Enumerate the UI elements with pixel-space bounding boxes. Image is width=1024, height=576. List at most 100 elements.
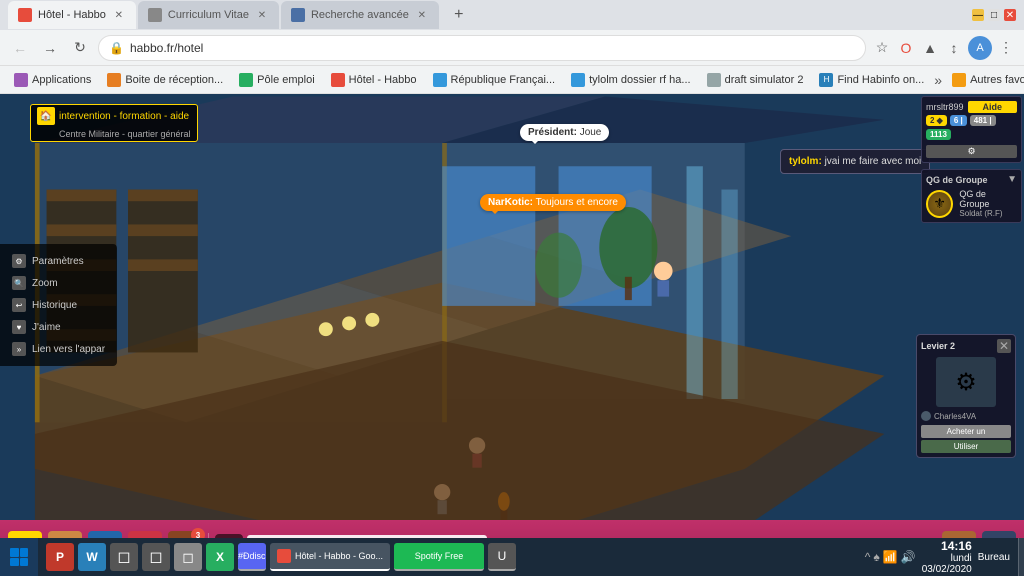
bookmark-label-boite: Boite de réception... <box>125 74 223 86</box>
tray-chevron[interactable]: ^ <box>865 550 871 564</box>
tab-favicon-cv <box>148 8 162 22</box>
win-app-5[interactable]: ◻ <box>174 543 202 571</box>
more-bookmarks[interactable]: » <box>934 72 942 88</box>
qg-dropdown-icon[interactable]: ▼ <box>1007 174 1017 185</box>
chat-name-narkotic: NarKotic: <box>488 197 533 208</box>
right-panel: mrsltr899 Aide 2 ◆ 6 | 481 | 1113 ⚙ QG d… <box>919 94 1024 225</box>
win-app-word[interactable]: W <box>78 543 106 571</box>
bookmarks-bar: Applications Boite de réception... Pôle … <box>0 66 1024 94</box>
tab-hotel[interactable]: Hôtel - Habbo ✕ <box>8 1 136 29</box>
minimize-button[interactable]: — <box>972 9 984 21</box>
main-content: 🏠 intervention - formation - aide Centre… <box>0 94 1024 576</box>
bookmark-hotel[interactable]: Hôtel - Habbo <box>325 71 423 89</box>
option-zoom[interactable]: 🔍 Zoom <box>8 274 109 292</box>
options-panel: ⚙ Paramètres 🔍 Zoom ↩ Historique ♥ J'aim… <box>0 244 117 366</box>
levier-owner: Charles4VA <box>921 411 1011 421</box>
win-app-3[interactable]: ◻ <box>110 543 138 571</box>
new-tab-button[interactable]: + <box>445 1 473 29</box>
bookmark-label-tylolm: tylolm dossier rf ha... <box>589 74 690 86</box>
option-label-historique: Historique <box>32 300 77 311</box>
shield-icon[interactable]: ▲ <box>920 38 940 58</box>
win-right-tray: ^ ♠ 📶 🔊 14:16 lundi 03/02/2020 Bureau <box>857 539 1018 575</box>
more-icon[interactable]: ⋮ <box>996 38 1016 58</box>
start-button[interactable] <box>0 538 38 576</box>
chat-president: Président: Joue <box>520 124 609 141</box>
buy-button[interactable]: Acheter un <box>921 425 1011 438</box>
option-label-parametres: Paramètres <box>32 256 84 267</box>
game-area[interactable]: 🏠 intervention - formation - aide Centre… <box>0 94 1024 576</box>
tab-recherche[interactable]: Recherche avancée ✕ <box>281 1 439 29</box>
chat-name-president: Président: <box>528 127 577 138</box>
option-jaime[interactable]: ♥ J'aime <box>8 318 109 336</box>
option-parametres[interactable]: ⚙ Paramètres <box>8 252 109 270</box>
back-button[interactable]: ← <box>8 36 32 60</box>
clock-date: 03/02/2020 <box>922 564 972 575</box>
forward-button[interactable]: → <box>38 36 62 60</box>
system-clock[interactable]: 14:16 lundi 03/02/2020 <box>922 539 972 575</box>
option-label-lien: Lien vers l'appar <box>32 344 105 355</box>
aide-button[interactable]: Aide <box>968 101 1017 113</box>
tray-steam[interactable]: ♠ <box>873 550 879 564</box>
win-app-ppt[interactable]: P <box>46 543 74 571</box>
win-app-spotify[interactable]: Spotify Free <box>394 543 484 571</box>
win-app-discord[interactable]: #Ðdiscussions-candi... <box>238 543 266 571</box>
option-historique[interactable]: ↩ Historique <box>8 296 109 314</box>
tray-volume[interactable]: 🔊 <box>901 550 916 564</box>
tab-close-recherche[interactable]: ✕ <box>415 8 429 22</box>
show-desktop-button[interactable] <box>1018 538 1024 576</box>
windows-logo <box>10 548 28 566</box>
opera-icon[interactable]: O <box>896 38 916 58</box>
settings-button[interactable]: ⚙ <box>926 145 1017 158</box>
avatar-panel: mrsltr899 Aide 2 ◆ 6 | 481 | 1113 ⚙ <box>921 96 1022 163</box>
count-gold: 2 ◆ <box>926 115 947 126</box>
bookmark-icon-draft <box>707 73 721 87</box>
bookmark-draft[interactable]: draft simulator 2 <box>701 71 810 89</box>
bookmark-rep[interactable]: République Françai... <box>427 71 562 89</box>
window-controls: — □ ✕ <box>972 9 1016 21</box>
bookmark-autres[interactable]: Autres favoris <box>946 71 1024 89</box>
bookmark-tylolm[interactable]: tylolm dossier rf ha... <box>565 71 696 89</box>
tooltip-name: tylolm: <box>789 156 822 167</box>
win-app-habbo[interactable]: Hôtel - Habbo - Goo... <box>270 543 390 571</box>
bookmark-icon-pole <box>239 73 253 87</box>
win-app-excel[interactable]: X <box>206 543 234 571</box>
address-text: habbo.fr/hotel <box>130 41 855 55</box>
bureau-label[interactable]: Bureau <box>978 552 1010 563</box>
bookmark-label-draft: draft simulator 2 <box>725 74 804 86</box>
use-button[interactable]: Utiliser <box>921 440 1011 453</box>
tray-network[interactable]: 📶 <box>883 550 898 564</box>
bookmark-find[interactable]: H Find Habinfo on... <box>813 71 930 89</box>
win-app-unknown[interactable]: U <box>488 543 516 571</box>
refresh-button[interactable]: ↻ <box>68 36 92 60</box>
chat-text-president: Joue <box>580 127 602 138</box>
clock-time: 14:16 <box>922 539 972 553</box>
gear-icon: ⚙ <box>12 254 26 268</box>
tab-close-hotel[interactable]: ✕ <box>112 8 126 22</box>
qg-name: QG de Groupe <box>959 189 1017 209</box>
qg-subtitle: Soldat (R.F) <box>959 209 1017 218</box>
qg-body: ⚜ QG de Groupe Soldat (R.F) <box>926 189 1017 218</box>
bookmark-apps[interactable]: Applications <box>8 71 97 89</box>
profile-icon[interactable]: A <box>968 36 992 60</box>
star-icon[interactable]: ☆ <box>872 38 892 58</box>
bookmark-icon-boite <box>107 73 121 87</box>
option-lien[interactable]: » Lien vers l'appar <box>8 340 109 358</box>
tab-favicon-hotel <box>18 8 32 22</box>
levier-close-button[interactable]: ✕ <box>997 339 1011 353</box>
tab-cv[interactable]: Curriculum Vitae ✕ <box>138 1 279 29</box>
owner-name: Charles4VA <box>934 412 976 421</box>
bookmark-icon-autres <box>952 73 966 87</box>
sync-icon[interactable]: ↕ <box>944 38 964 58</box>
address-input[interactable]: 🔒 habbo.fr/hotel <box>98 35 866 61</box>
maximize-button[interactable]: □ <box>988 9 1000 21</box>
win-app-4[interactable]: ◻ <box>142 543 170 571</box>
close-button[interactable]: ✕ <box>1004 9 1016 21</box>
levier-panel: Levier 2 ✕ ⚙ Charles4VA Acheter un Utili… <box>916 334 1016 458</box>
notification-area: ^ ♠ 📶 🔊 <box>865 550 916 564</box>
bookmark-icon-find: H <box>819 73 833 87</box>
room-name-line2: Centre Militaire - quartier général <box>37 129 191 139</box>
tab-close-cv[interactable]: ✕ <box>255 8 269 22</box>
tab-favicon-recherche <box>291 8 305 22</box>
bookmark-boite[interactable]: Boite de réception... <box>101 71 229 89</box>
bookmark-pole[interactable]: Pôle emploi <box>233 71 320 89</box>
